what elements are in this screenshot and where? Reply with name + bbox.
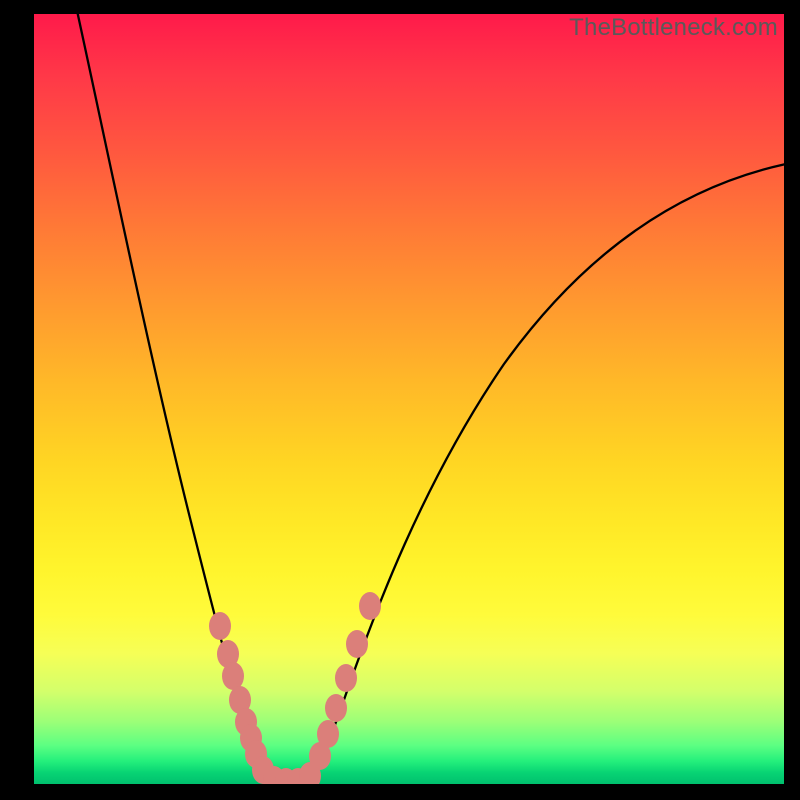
bead [222, 662, 244, 690]
bead [325, 694, 347, 722]
curve-layer [34, 14, 784, 784]
right-curve [306, 164, 784, 784]
bead-cluster [209, 592, 381, 784]
bead [359, 592, 381, 620]
plot-area: TheBottleneck.com [34, 14, 784, 784]
bead [317, 720, 339, 748]
bead [335, 664, 357, 692]
left-curve [76, 14, 274, 784]
bead [209, 612, 231, 640]
bead [346, 630, 368, 658]
chart-frame: TheBottleneck.com [0, 0, 800, 800]
